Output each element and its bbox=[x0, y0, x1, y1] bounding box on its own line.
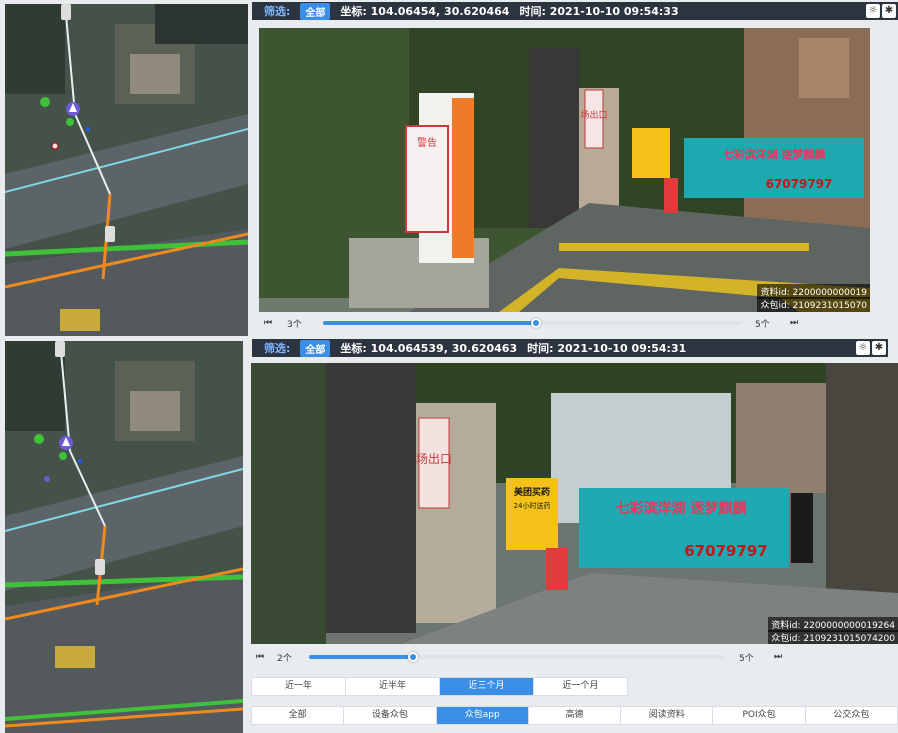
time-range-tabs: 近一年 近半年 近三个月 近一个月 bbox=[251, 677, 628, 696]
progress-fill bbox=[309, 655, 413, 659]
tab-source-1[interactable]: 设备众包 bbox=[344, 707, 437, 724]
brightness-icon[interactable]: ☼ bbox=[866, 4, 880, 18]
filter-label: 筛选: bbox=[264, 5, 291, 18]
map-view-bottom[interactable] bbox=[5, 341, 243, 733]
progress-knob[interactable] bbox=[408, 652, 418, 662]
filter-label: 筛选: bbox=[264, 342, 291, 355]
banner-slogan: 七彩滨洋湖 逐梦麒麟 bbox=[616, 500, 748, 517]
progress-knob[interactable] bbox=[531, 318, 542, 328]
timestamp: 时间: 2021-10-10 09:54:33 bbox=[519, 5, 679, 18]
tab-source-5[interactable]: POI众包 bbox=[713, 707, 806, 724]
progress-slider[interactable] bbox=[309, 652, 725, 662]
coordinate-readout: 坐标: 104.06454, 30.620464 bbox=[340, 5, 510, 18]
playback-bar-top: ⏮ 3个 5个 ⏭ bbox=[259, 313, 889, 333]
banner-phone: 67079797 bbox=[766, 177, 833, 191]
settings-icon[interactable]: ✱ bbox=[872, 341, 886, 355]
timestamp: 时间: 2021-10-10 09:54:31 bbox=[527, 342, 687, 355]
start-count: 3个 bbox=[287, 319, 302, 330]
top-panel-header: 筛选: 全部 坐标: 104.06454, 30.620464 时间: 2021… bbox=[252, 2, 898, 20]
prev-frame-button[interactable]: ⏮ bbox=[251, 652, 269, 662]
filter-chip[interactable]: 全部 bbox=[300, 2, 331, 20]
exit-sign: 场出口 bbox=[580, 109, 607, 121]
warning-sign: 警告 bbox=[417, 136, 437, 149]
banner-slogan: 七彩滨洋湖 逐梦麒麟 bbox=[723, 147, 827, 161]
brightness-icon[interactable]: ☼ bbox=[856, 341, 870, 355]
map-view-top[interactable] bbox=[5, 4, 248, 336]
header-tools: ☼ ✱ bbox=[856, 341, 888, 355]
settings-icon[interactable]: ✱ bbox=[882, 4, 896, 18]
tab-source-6[interactable]: 公交众包 bbox=[806, 707, 897, 724]
tab-source-4[interactable]: 阅读资料 bbox=[621, 707, 714, 724]
tab-time-3[interactable]: 近一个月 bbox=[534, 678, 627, 695]
banner-phone: 67079797 bbox=[684, 542, 768, 560]
tab-time-1[interactable]: 近半年 bbox=[346, 678, 440, 695]
street-photo-top[interactable]: 警告 场出口 七彩滨洋湖 逐梦麒麟 67079797 资料id: 2200000… bbox=[259, 28, 870, 312]
crowdsource-id: 众包id: 2109231015070 bbox=[757, 297, 870, 312]
end-count: 5个 bbox=[739, 653, 754, 664]
tab-source-3[interactable]: 高德 bbox=[529, 707, 622, 724]
progress-slider[interactable] bbox=[323, 318, 741, 328]
street-view-compare: 筛选: 全部 坐标: 104.06454, 30.620464 时间: 2021… bbox=[0, 0, 898, 733]
pharmacy-sign: 美团买药 bbox=[514, 486, 550, 498]
exit-sign: 场出口 bbox=[416, 452, 452, 466]
header-tools: ☼ ✱ bbox=[866, 4, 898, 18]
playback-bar-bottom: ⏮ 2个 5个 ⏭ bbox=[251, 647, 891, 667]
street-photo-bottom[interactable]: 场出口 美团买药 24小时送药 七彩滨洋湖 逐梦麒麟 67079797 资料id… bbox=[251, 363, 898, 644]
tab-source-2[interactable]: 众包app bbox=[436, 707, 529, 724]
next-frame-button[interactable]: ⏭ bbox=[785, 318, 803, 328]
crowdsource-id: 众包id: 2109231015074200 bbox=[768, 630, 898, 644]
tab-time-2[interactable]: 近三个月 bbox=[440, 678, 534, 695]
progress-fill bbox=[323, 321, 537, 325]
prev-frame-button[interactable]: ⏮ bbox=[259, 318, 277, 328]
end-count: 5个 bbox=[755, 319, 770, 330]
pharmacy-subtitle: 24小时送药 bbox=[514, 501, 551, 510]
source-tabs: 全部 设备众包 众包app 高德 阅读资料 POI众包 公交众包 bbox=[251, 706, 898, 725]
coordinate-readout: 坐标: 104.064539, 30.620463 bbox=[340, 342, 518, 355]
tab-source-0[interactable]: 全部 bbox=[252, 707, 345, 724]
filter-chip[interactable]: 全部 bbox=[300, 339, 331, 357]
bottom-panel-header: 筛选: 全部 坐标: 104.064539, 30.620463 时间: 202… bbox=[252, 339, 888, 357]
next-frame-button[interactable]: ⏭ bbox=[769, 652, 787, 662]
start-count: 2个 bbox=[277, 653, 292, 664]
tab-time-0[interactable]: 近一年 bbox=[252, 678, 346, 695]
